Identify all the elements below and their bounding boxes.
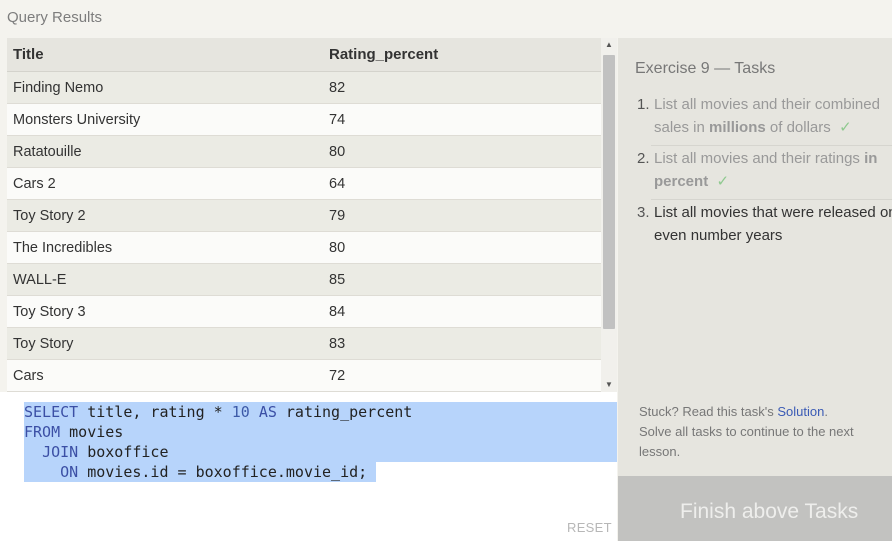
- task-list: 1. List all movies and their combined sa…: [637, 93, 892, 255]
- cell-title: Cars 2: [7, 167, 323, 200]
- column-header-title: Title: [7, 38, 323, 72]
- exercise-title: Exercise 9 — Tasks: [635, 60, 776, 77]
- task-divider: [651, 199, 892, 200]
- solution-link[interactable]: Solution: [777, 404, 824, 419]
- finish-tasks-button[interactable]: Finish above Tasks: [618, 476, 892, 541]
- cell-rating-percent: 82: [323, 71, 601, 104]
- results-title: Query Results: [7, 9, 103, 26]
- table-row: Finding Nemo 82: [7, 71, 601, 104]
- cell-rating-percent: 85: [323, 263, 601, 296]
- cell-rating-percent: 64: [323, 167, 601, 200]
- table-row: Cars 2 64: [7, 167, 601, 200]
- table-row: Toy Story 2 79: [7, 199, 601, 232]
- cell-rating-percent: 74: [323, 103, 601, 136]
- cell-rating-percent: 84: [323, 295, 601, 328]
- task-item-1: 1. List all movies and their combined sa…: [637, 96, 880, 136]
- cell-rating-percent: 79: [323, 199, 601, 232]
- code-line-1: SELECT title, rating * 10 AS rating_perc…: [24, 403, 413, 421]
- table-header-row: Title Rating_percent: [7, 38, 601, 72]
- code-line-3: JOIN boxoffice: [42, 443, 169, 461]
- check-icon: ✓: [716, 173, 730, 190]
- cell-title: Cars: [7, 359, 323, 392]
- exercise-panel: Exercise 9 — Tasks 1. List all movies an…: [618, 38, 892, 476]
- results-header: Query Results: [0, 0, 892, 36]
- scroll-down-arrow-icon[interactable]: ▼: [601, 378, 617, 392]
- column-header-rating-percent: Rating_percent: [323, 38, 601, 72]
- scrollbar-thumb[interactable]: [603, 55, 615, 329]
- reset-button[interactable]: RESET: [567, 520, 612, 535]
- cell-title: Monsters University: [7, 103, 323, 136]
- cell-rating-percent: 80: [323, 135, 601, 168]
- cell-rating-percent: 80: [323, 231, 601, 264]
- help-text: Stuck? Read this task's Solution. Solve …: [639, 404, 854, 459]
- table-row: The Incredibles 80: [7, 231, 601, 264]
- table-row: Toy Story 83: [7, 327, 601, 360]
- table-row: Toy Story 3 84: [7, 295, 601, 328]
- cell-title: WALL-E: [7, 263, 323, 296]
- code-line-4: ON movies.id = boxoffice.movie_id;: [60, 463, 368, 481]
- cell-title: Ratatouille: [7, 135, 323, 168]
- code-line-2: FROM movies: [24, 423, 124, 441]
- query-results-table: Title Rating_percent Finding Nemo 82 Monst…: [7, 38, 601, 392]
- task-divider: [651, 145, 892, 146]
- sql-editor[interactable]: SELECT title, rating * 10 AS rating_perc…: [0, 392, 617, 541]
- cell-rating-percent: 72: [323, 359, 601, 392]
- table-row: Cars 72: [7, 359, 601, 392]
- table-row: WALL-E 85: [7, 263, 601, 296]
- results-scrollbar[interactable]: ▲ ▼: [601, 38, 617, 392]
- cell-title: Toy Story 3: [7, 295, 323, 328]
- table-row: Ratatouille 80: [7, 135, 601, 168]
- scroll-up-arrow-icon[interactable]: ▲: [601, 38, 617, 52]
- sql-code[interactable]: SELECT title, rating * 10 AS rating_perc…: [24, 402, 412, 482]
- cell-title: Toy Story: [7, 327, 323, 360]
- cell-rating-percent: 83: [323, 327, 601, 360]
- task-item-3: 3. List all movies that were released on…: [637, 204, 892, 244]
- task-item-2: 2. List all movies and their ratings in …: [637, 150, 878, 190]
- cell-title: Finding Nemo: [7, 71, 323, 104]
- check-icon: ✓: [839, 119, 852, 136]
- cell-title: The Incredibles: [7, 231, 323, 264]
- table-row: Monsters University 74: [7, 103, 601, 136]
- cell-title: Toy Story 2: [7, 199, 323, 232]
